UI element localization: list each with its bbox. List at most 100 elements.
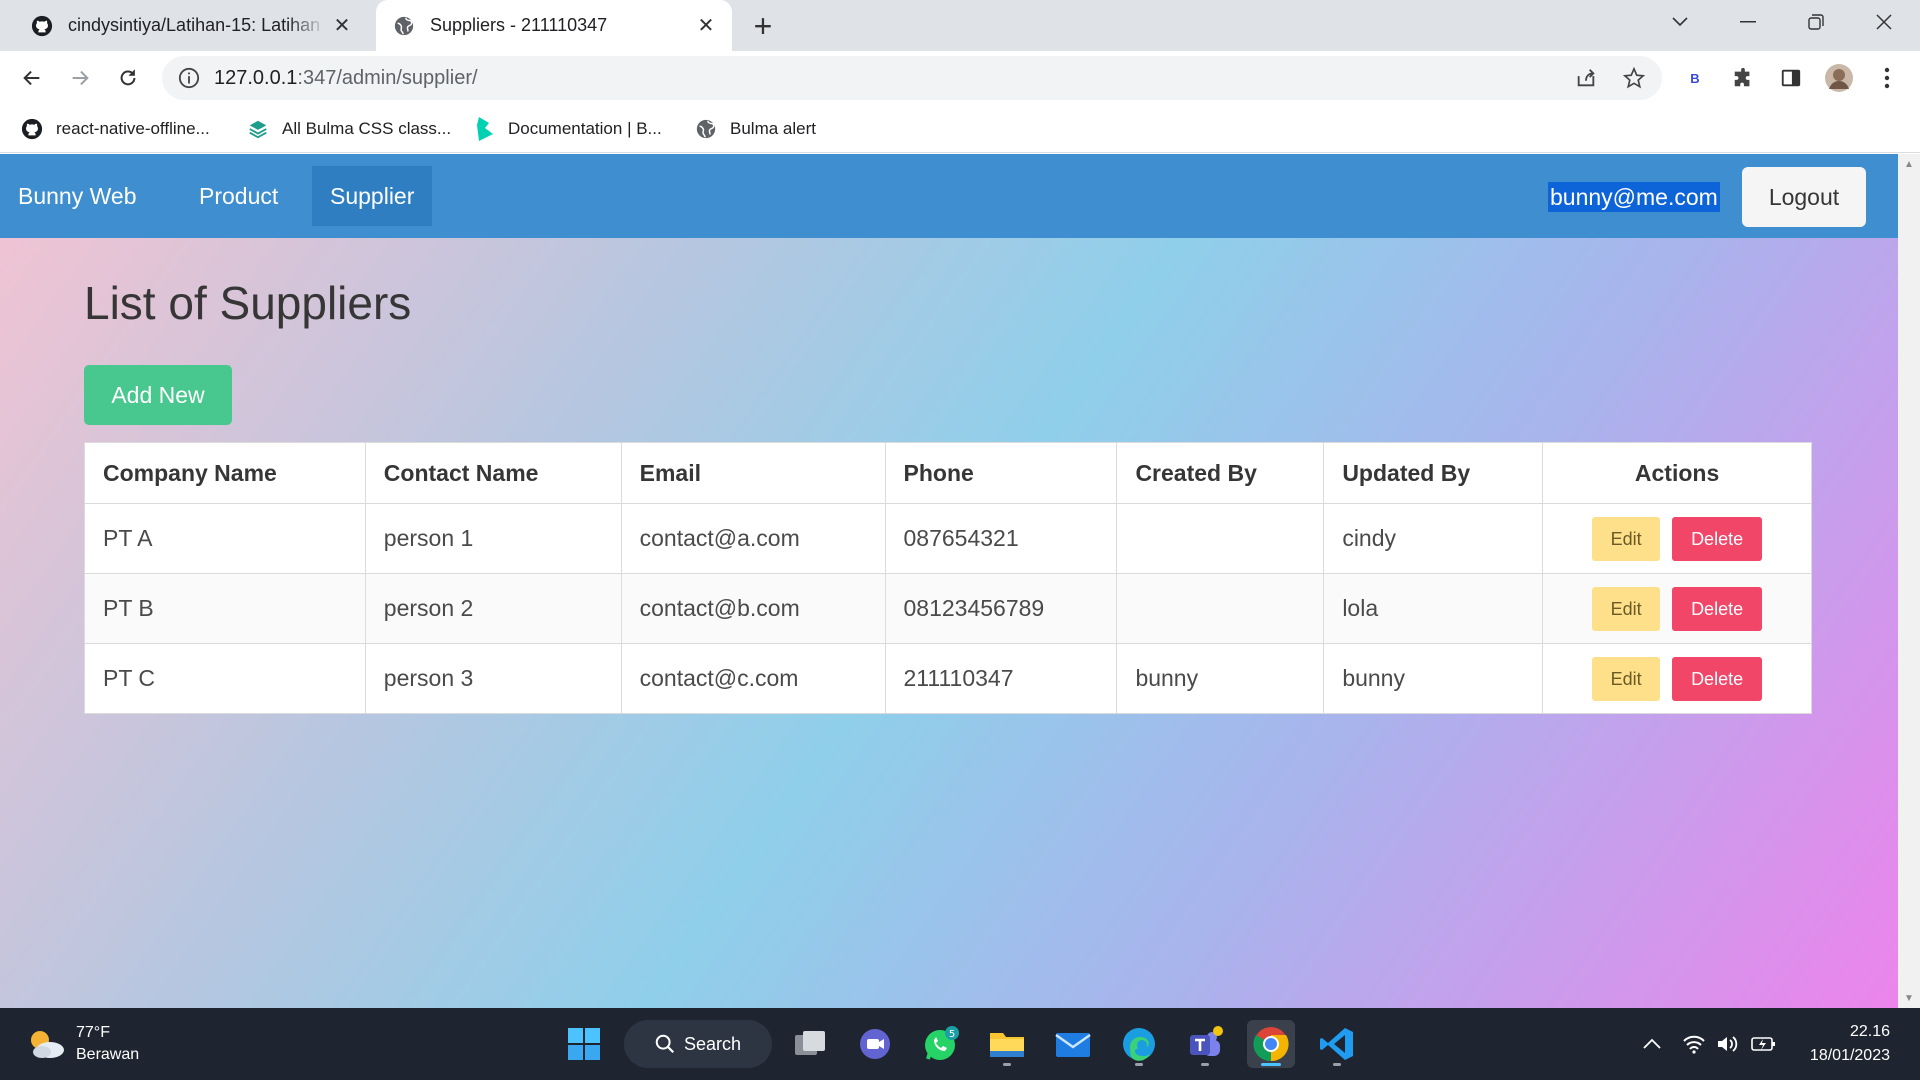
- tab-suppliers[interactable]: Suppliers - 211110347 ✕: [376, 0, 732, 51]
- table-row: PT C person 3 contact@c.com 211110347 bu…: [84, 643, 1812, 714]
- running-indicator: [1003, 1063, 1011, 1066]
- column-header: Created By: [1116, 442, 1325, 504]
- column-header: Actions: [1542, 442, 1812, 504]
- cell-email: contact@a.com: [620, 503, 886, 574]
- whatsapp-badge: 5: [949, 1029, 955, 1040]
- back-icon[interactable]: [12, 58, 52, 98]
- file-explorer-icon[interactable]: [983, 1020, 1031, 1068]
- chevron-up-icon[interactable]: [1638, 1030, 1666, 1058]
- cell-company: PT C: [84, 643, 366, 714]
- new-tab-button[interactable]: +: [745, 8, 781, 44]
- bookmark-label: react-native-offline...: [56, 119, 210, 138]
- bookmark-label: All Bulma CSS class...: [282, 119, 452, 138]
- table-row: PT A person 1 contact@a.com 087654321 ci…: [84, 503, 1812, 574]
- delete-button[interactable]: Delete: [1672, 516, 1763, 561]
- weather-widget[interactable]: 77°F Berawan: [24, 1022, 139, 1066]
- edit-button[interactable]: Edit: [1592, 656, 1661, 701]
- menu-kebab-icon[interactable]: [1872, 63, 1902, 93]
- vscode-icon[interactable]: [1313, 1020, 1361, 1068]
- cell-company: PT A: [84, 503, 366, 574]
- table-header-row: Company Name Contact Name Email Phone Cr…: [84, 442, 1812, 504]
- scroll-up-arrow-icon[interactable]: ▲: [1898, 154, 1920, 174]
- cell-created-by: [1116, 503, 1325, 574]
- bookmark-react-native[interactable]: react-native-offline...: [20, 115, 210, 143]
- delete-button[interactable]: Delete: [1672, 586, 1763, 631]
- navbar-brand[interactable]: Bunny Web: [0, 166, 154, 226]
- cell-actions: Edit Delete: [1542, 503, 1812, 574]
- wifi-icon[interactable]: [1680, 1030, 1708, 1058]
- weather-desc: Berawan: [76, 1046, 140, 1063]
- cell-phone: 211110347: [884, 643, 1118, 714]
- extension-b-icon[interactable]: B: [1680, 63, 1710, 93]
- extensions-puzzle-icon[interactable]: [1728, 63, 1758, 93]
- volume-icon[interactable]: [1714, 1030, 1742, 1058]
- weather-temp: 77°F: [76, 1024, 110, 1041]
- mail-icon[interactable]: [1049, 1020, 1097, 1068]
- tab-github[interactable]: cindysintiya/Latihan-15: Latihan M ✕: [10, 0, 368, 51]
- share-icon[interactable]: [1574, 66, 1598, 90]
- chrome-icon[interactable]: [1247, 1020, 1295, 1068]
- bookmark-bulma-classes[interactable]: All Bulma CSS class...: [246, 115, 451, 143]
- column-header: Contact Name: [364, 442, 622, 504]
- close-icon[interactable]: ✕: [690, 10, 722, 42]
- extension-b-label: B: [1690, 70, 1700, 86]
- star-icon[interactable]: [1622, 66, 1646, 90]
- tab-strip: cindysintiya/Latihan-15: Latihan M ✕ Sup…: [0, 0, 1920, 51]
- cell-company: PT B: [84, 573, 366, 644]
- nav-item-supplier[interactable]: Supplier: [312, 166, 433, 226]
- address-bar[interactable]: 127.0.0.1:347/admin/supplier/: [162, 56, 1662, 100]
- partly-cloudy-icon: [31, 1031, 64, 1058]
- restore-icon[interactable]: [1788, 0, 1844, 44]
- site-navbar: Bunny Web Product Supplier bunny@me.com …: [0, 154, 1898, 238]
- taskbar-search[interactable]: Search: [624, 1020, 772, 1068]
- close-icon[interactable]: ✕: [326, 10, 358, 42]
- battery-charging-icon[interactable]: [1750, 1030, 1778, 1058]
- page-viewport: Bunny Web Product Supplier bunny@me.com …: [0, 154, 1898, 1008]
- url-text: 127.0.0.1:347/admin/supplier/: [214, 67, 478, 90]
- suppliers-table: Company Name Contact Name Email Phone Cr…: [84, 442, 1812, 714]
- search-icon: [655, 1034, 675, 1054]
- delete-button[interactable]: Delete: [1672, 656, 1763, 701]
- edit-button[interactable]: Edit: [1592, 516, 1661, 561]
- start-windows-icon[interactable]: [560, 1020, 608, 1068]
- nav-item-product[interactable]: Product: [181, 166, 296, 226]
- globe-icon: [392, 14, 416, 38]
- cell-actions: Edit Delete: [1542, 573, 1812, 644]
- edit-button[interactable]: Edit: [1592, 586, 1661, 631]
- cell-contact: person 1: [364, 503, 622, 574]
- edge-browser-icon[interactable]: [1115, 1020, 1163, 1068]
- tab-search-chevron-icon[interactable]: [1652, 0, 1708, 44]
- bookmark-label: Documentation | B...: [508, 119, 662, 138]
- close-window-icon[interactable]: [1856, 0, 1912, 44]
- whatsapp-icon[interactable]: 5: [917, 1020, 965, 1068]
- task-view-icon[interactable]: [786, 1020, 834, 1068]
- minimize-icon[interactable]: [1720, 0, 1776, 44]
- clock-time: 22.16: [1849, 1023, 1890, 1040]
- system-clock[interactable]: 22.16 18/01/2023: [1810, 1020, 1890, 1068]
- bookmark-bulma-alert[interactable]: Bulma alert: [694, 115, 816, 143]
- table-row: PT B person 2 contact@b.com 08123456789 …: [84, 573, 1812, 644]
- globe-icon: [694, 117, 718, 141]
- avatar[interactable]: [1824, 63, 1854, 93]
- cell-email: contact@c.com: [620, 643, 886, 714]
- cell-contact: person 3: [364, 643, 622, 714]
- logout-button[interactable]: Logout: [1742, 167, 1866, 227]
- forward-icon[interactable]: [60, 58, 100, 98]
- teams-icon[interactable]: [1181, 1020, 1229, 1068]
- reload-icon[interactable]: [108, 58, 148, 98]
- running-indicator: [1261, 1063, 1281, 1066]
- running-indicator: [1333, 1063, 1341, 1066]
- cell-phone: 08123456789: [884, 573, 1118, 644]
- side-panel-icon[interactable]: [1776, 63, 1806, 93]
- bookmark-documentation[interactable]: Documentation | B...: [472, 115, 662, 143]
- page-scrollbar[interactable]: ▲ ▼: [1898, 154, 1920, 1008]
- site-info-icon[interactable]: [178, 67, 200, 89]
- scroll-down-arrow-icon[interactable]: ▼: [1898, 988, 1920, 1008]
- add-new-button[interactable]: Add New: [84, 365, 232, 425]
- teams-chat-icon[interactable]: [851, 1020, 899, 1068]
- url-host: 127.0.0.1: [214, 67, 298, 89]
- running-indicator: [1201, 1063, 1209, 1066]
- column-header: Company Name: [84, 442, 366, 504]
- github-icon: [30, 14, 54, 38]
- user-email[interactable]: bunny@me.com: [1548, 182, 1720, 212]
